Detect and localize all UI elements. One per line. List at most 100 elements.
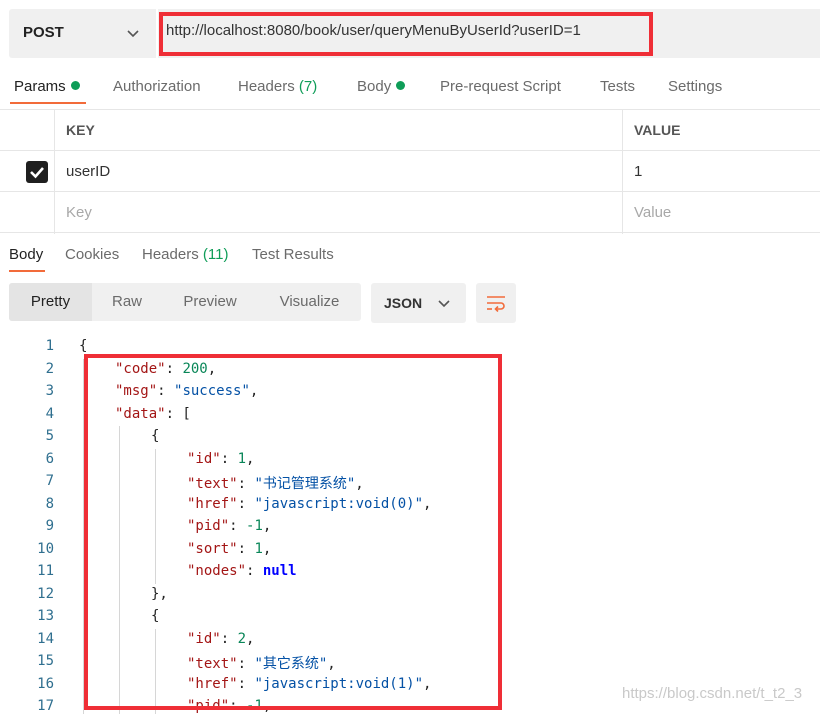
value-input[interactable]: Value: [634, 204, 671, 221]
code-line: "id": 1,: [187, 450, 255, 467]
line-number: 8: [45, 495, 54, 512]
tab-label: Authorization: [113, 78, 201, 95]
indent-guide: [155, 493, 156, 516]
tab-label: Body: [9, 246, 44, 263]
chevron-down-icon: [438, 300, 450, 308]
param-value[interactable]: 1: [634, 163, 642, 180]
indent-guide: [155, 471, 156, 494]
line-number: 2: [45, 360, 54, 377]
indent-guide: [119, 471, 120, 494]
indent-guide: [83, 628, 84, 651]
tab-label: Cookies: [65, 246, 120, 263]
code-line: "text": "其它系统",: [187, 656, 336, 672]
indent-guide: [155, 561, 156, 584]
tab-label: Body: [357, 78, 392, 95]
line-number: 1: [45, 338, 54, 354]
line-number: 17: [37, 698, 54, 714]
line-number: 3: [45, 383, 54, 399]
indent-guide: [83, 583, 84, 606]
indent-guide: [83, 538, 84, 561]
tab-body[interactable]: Body: [357, 78, 406, 95]
format-select[interactable]: JSON: [371, 283, 466, 323]
indent-guide: [119, 583, 120, 606]
param-empty-row: Key Value: [0, 192, 820, 233]
tab-headers[interactable]: Headers (7): [238, 78, 317, 95]
request-bar: POST http://localhost:8080/book/user/que…: [9, 9, 820, 58]
indent-guide: [83, 493, 84, 516]
tab-tests[interactable]: Tests: [600, 78, 635, 95]
view-pretty-button[interactable]: Pretty: [9, 283, 92, 321]
indent-guide: [119, 696, 120, 714]
key-input[interactable]: Key: [66, 204, 92, 221]
line-number: 6: [45, 450, 54, 467]
checkbox-checked-icon[interactable]: [26, 161, 48, 183]
watermark: https://blog.csdn.net/t_t2_3: [622, 685, 803, 702]
line-number: 12: [37, 585, 54, 602]
tab-params[interactable]: Params: [14, 78, 80, 95]
method-label: POST: [23, 24, 64, 41]
param-key[interactable]: userID: [66, 163, 110, 180]
indent-guide: [119, 606, 120, 629]
response-body-viewer[interactable]: 1 {2 "code": 200, 3 "msg": "success", 4 "data"…: [0, 336, 820, 714]
indent-guide: [83, 471, 84, 494]
tab-authorization[interactable]: Authorization: [113, 78, 201, 95]
line-number: 15: [37, 653, 54, 669]
params-table: KEY VALUE userID 1 Key Value: [0, 109, 820, 234]
code-line: {: [151, 428, 160, 444]
response-tab-headers[interactable]: Headers (11): [142, 246, 228, 263]
tab-label: Pre-request Script: [440, 78, 561, 95]
indent-guide: [155, 696, 156, 714]
line-number: 5: [45, 428, 54, 444]
view-visualize-button[interactable]: Visualize: [258, 283, 361, 321]
code-line: "text": "书记管理系统",: [187, 476, 364, 492]
view-preview-button[interactable]: Preview: [162, 283, 258, 321]
code-line: {: [79, 338, 88, 354]
wrap-lines-button[interactable]: [476, 283, 516, 323]
code-line: "href": "javascript:void(0)",: [187, 495, 432, 512]
status-dot-icon: [396, 81, 406, 90]
line-number: 14: [37, 630, 54, 647]
format-label: JSON: [384, 295, 423, 311]
indent-guide: [83, 696, 84, 714]
indent-guide: [83, 426, 84, 449]
tab-label: Test Results: [252, 246, 334, 263]
tab-settings[interactable]: Settings: [668, 78, 722, 95]
code-line: "pid": -1,: [187, 518, 272, 534]
url-bar: http://localhost:8080/book/user/queryMen…: [158, 9, 820, 58]
indent-guide: [83, 673, 84, 696]
code-line: },: [151, 585, 168, 602]
code-line: "data": [: [115, 405, 191, 422]
tab-label: Params: [14, 78, 66, 95]
response-tab-cookies[interactable]: Cookies: [65, 246, 119, 263]
line-number: 11: [37, 563, 54, 579]
indent-guide: [119, 673, 120, 696]
tab-count: (11): [202, 246, 229, 263]
indent-guide: [155, 448, 156, 471]
code-line: {: [151, 608, 160, 624]
code-line: "code": 200,: [115, 360, 217, 377]
indent-guide: [155, 628, 156, 651]
status-dot-icon: [70, 81, 80, 90]
response-tab-body[interactable]: Body: [9, 246, 43, 263]
code-line: "id": 2,: [187, 630, 255, 647]
indent-guide: [83, 606, 84, 629]
indent-guide: [155, 651, 156, 674]
indent-guide: [83, 516, 84, 539]
tab-pre-request-script[interactable]: Pre-request Script: [440, 78, 561, 95]
tab-label: Tests: [600, 78, 636, 95]
view-mode-selector: Pretty Raw Preview Visualize: [9, 283, 361, 321]
indent-guide: [83, 381, 84, 404]
view-raw-button[interactable]: Raw: [92, 283, 162, 321]
indent-guide: [155, 538, 156, 561]
params-header-row: KEY VALUE: [0, 110, 820, 151]
url-input[interactable]: http://localhost:8080/book/user/queryMen…: [166, 22, 581, 39]
indent-guide: [83, 651, 84, 674]
wrap-lines-icon: [487, 296, 505, 312]
indent-guide: [119, 538, 120, 561]
tab-label: Headers: [238, 78, 299, 95]
response-tab-test-results[interactable]: Test Results: [252, 246, 334, 263]
indent-guide: [119, 628, 120, 651]
indent-guide: [119, 561, 120, 584]
method-select[interactable]: POST: [9, 9, 156, 58]
line-number: 16: [37, 675, 54, 692]
